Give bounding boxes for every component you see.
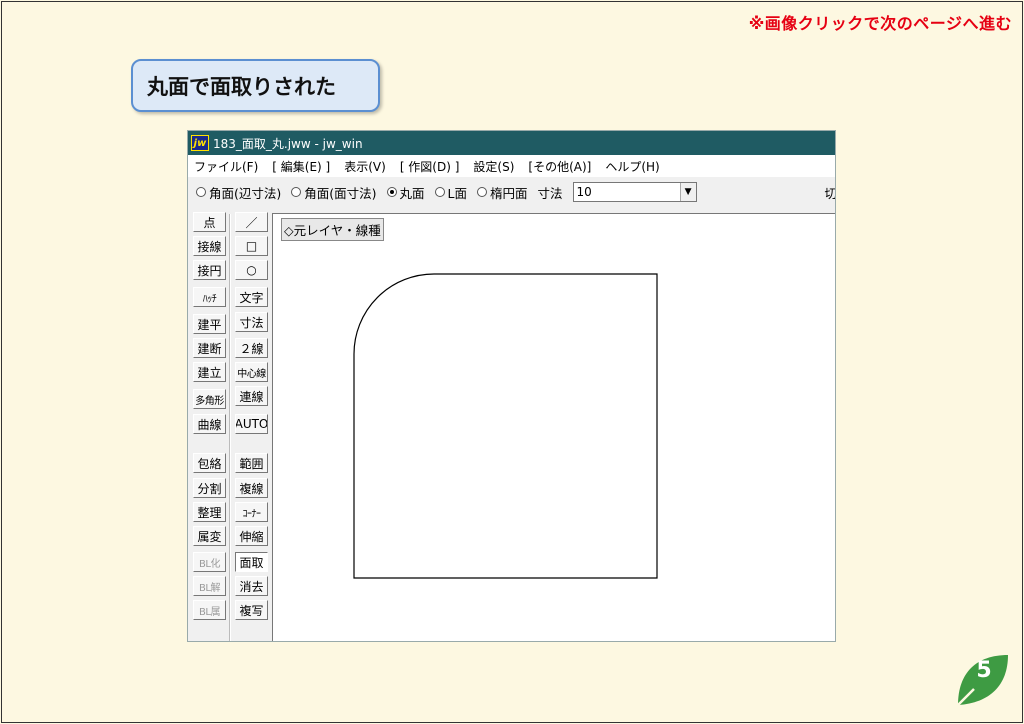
- radio-icon: [196, 187, 206, 197]
- filleted-rectangle: [353, 273, 658, 579]
- tool-button-right-4[interactable]: 寸法: [235, 312, 268, 332]
- tool-button-right-15[interactable]: 複写: [235, 600, 268, 620]
- option-lmen[interactable]: L面: [434, 183, 467, 202]
- tool-button-left-2[interactable]: 接円: [193, 260, 226, 280]
- tool-button-left-9[interactable]: 包絡: [193, 453, 226, 473]
- dimension-value: 10: [576, 185, 592, 199]
- tool-button-left-14[interactable]: BL解: [193, 576, 226, 596]
- tool-button-left-5[interactable]: 建断: [193, 338, 226, 358]
- menu-bar: ファイル(F) [ 編集(E) ] 表示(V) [ 作図(D) ] 設定(S) …: [188, 155, 835, 177]
- tool-button-right-6[interactable]: 中心線: [235, 362, 268, 382]
- tool-button-left-12[interactable]: 属変: [193, 526, 226, 546]
- menu-settings[interactable]: 設定(S): [473, 158, 514, 175]
- tool-button-right-7[interactable]: 連線: [235, 386, 268, 406]
- tool-button-left-7[interactable]: 多角形: [193, 389, 226, 409]
- menu-other[interactable]: [その他(A)]: [528, 158, 591, 175]
- cut-label: 切: [824, 185, 836, 201]
- line-icon[interactable]: ／: [235, 212, 268, 232]
- tool-button-left-15[interactable]: BL属: [193, 600, 226, 620]
- dimension-select[interactable]: 10 ▼: [572, 182, 697, 202]
- menu-file[interactable]: ファイル(F): [194, 158, 258, 175]
- dropdown-arrow-icon[interactable]: ▼: [679, 183, 696, 201]
- radio-selected-icon: [386, 187, 397, 197]
- tool-button-right-5[interactable]: ２線: [235, 338, 268, 358]
- jw-app-icon: jw: [191, 135, 209, 151]
- tool-button-left-3[interactable]: ﾊｯﾁ: [193, 287, 226, 307]
- tool-button-left-0[interactable]: 点: [193, 212, 226, 232]
- drawing-svg: [353, 273, 658, 579]
- menu-help[interactable]: ヘルプ(H): [605, 158, 659, 175]
- jw-cad-window[interactable]: jw 183_面取_丸.jww - jw_win ファイル(F) [ 編集(E)…: [187, 130, 836, 642]
- tool-button-left-1[interactable]: 接線: [193, 236, 226, 256]
- tool-column-left: 点接線接円 ﾊｯﾁ 建平建断建立多角形曲線包絡分割整理属変 BL化 BL解 BL属: [190, 208, 230, 641]
- tool-button-right-12[interactable]: 伸縮: [235, 526, 268, 546]
- tool-column-right: ／ □ ○ 文字寸法 ２線中心線連線 AUTO 範囲複線 ｺｰﾅｰ 伸縮面取消去複写: [232, 208, 272, 641]
- option-kakumen-hen[interactable]: 角面(辺寸法): [196, 183, 281, 202]
- callout-box: 丸面で面取りされた: [131, 59, 380, 112]
- rectangle-icon[interactable]: □: [235, 236, 268, 256]
- radio-icon: [291, 187, 302, 197]
- tool-button-right-3[interactable]: 文字: [235, 287, 268, 307]
- tool-button-left-4[interactable]: 建平: [193, 314, 226, 334]
- tool-button-right-9[interactable]: 範囲: [235, 453, 268, 473]
- tool-button-right-10[interactable]: 複線: [235, 478, 268, 498]
- page-number: 5: [976, 658, 992, 683]
- option-daenmen[interactable]: 楕円面: [477, 183, 528, 202]
- radio-icon: [477, 187, 488, 197]
- tool-button-left-10[interactable]: 分割: [193, 478, 226, 498]
- radio-icon: [434, 187, 445, 197]
- circle-icon[interactable]: ○: [235, 260, 268, 280]
- work-area: 点接線接円 ﾊｯﾁ 建平建断建立多角形曲線包絡分割整理属変 BL化 BL解 BL属 ／ □ ○…: [188, 208, 835, 641]
- option-kakumen-men[interactable]: 角面(面寸法): [291, 183, 377, 202]
- window-title: 183_面取_丸.jww - jw_win: [213, 136, 363, 151]
- menu-draw[interactable]: [ 作図(D) ]: [400, 158, 460, 175]
- tool-button-right-8[interactable]: AUTO: [235, 414, 268, 434]
- window-titlebar[interactable]: jw 183_面取_丸.jww - jw_win: [188, 131, 835, 155]
- tool-button-left-8[interactable]: 曲線: [193, 414, 226, 434]
- tool-button-left-11[interactable]: 整理: [193, 502, 226, 522]
- tool-column-divider: [229, 214, 231, 641]
- next-page-hint[interactable]: ※画像クリックで次のページへ進む: [749, 10, 1012, 34]
- dimension-label: 寸法: [537, 185, 563, 201]
- tool-button-right-11[interactable]: ｺｰﾅｰ: [235, 502, 268, 522]
- menu-edit[interactable]: [ 編集(E) ]: [272, 158, 330, 175]
- drawing-canvas[interactable]: ◇元レイヤ・線種: [272, 213, 835, 641]
- chamfer-options-bar: 角面(辺寸法) 角面(面寸法) 丸面 L面 楕円面 寸法 10 ▼ 切: [188, 177, 835, 207]
- menu-view[interactable]: 表示(V): [344, 158, 386, 175]
- option-marumen[interactable]: 丸面: [386, 183, 425, 202]
- tool-button-left-6[interactable]: 建立: [193, 362, 226, 382]
- callout-text: 丸面で面取りされた: [147, 74, 336, 99]
- tool-button-left-13[interactable]: BL化: [193, 552, 226, 572]
- tool-button-right-14[interactable]: 消去: [235, 576, 268, 596]
- tool-button-right-13[interactable]: 面取: [235, 552, 268, 572]
